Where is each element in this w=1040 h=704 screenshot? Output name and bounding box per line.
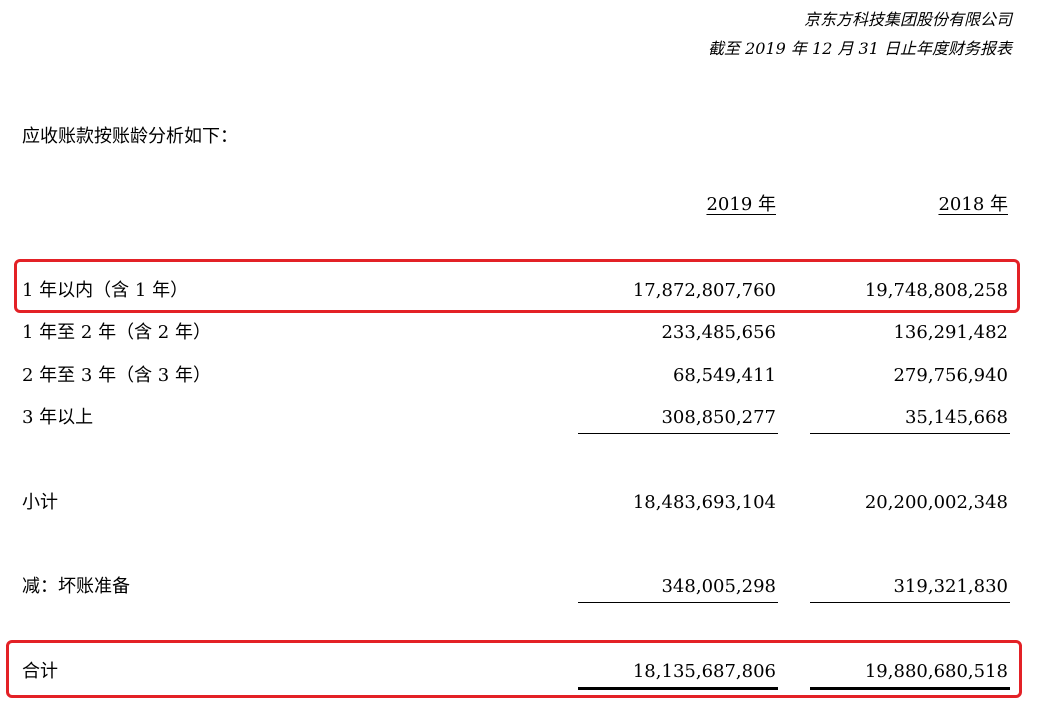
report-period: 截至 2019 年 12 月 31 日止年度财务报表 bbox=[708, 39, 1012, 58]
grand-total-rule-2018 bbox=[810, 687, 1010, 690]
subtotal-rule-2019 bbox=[578, 433, 778, 434]
row-label-2-to-3-years: 2 年至 3 年（含 3 年） bbox=[22, 365, 211, 386]
column-header-2018: 2018 年 bbox=[938, 194, 1008, 215]
value-2019-total: 18,135,687,806 bbox=[632, 661, 776, 682]
row-label-subtotal: 小计 bbox=[22, 492, 58, 513]
value-2018-within-1-year: 19,748,808,258 bbox=[864, 280, 1008, 301]
total-rule-2018 bbox=[810, 602, 1010, 603]
row-label-over-3-years: 3 年以上 bbox=[22, 407, 94, 428]
grand-total-rule-2019 bbox=[578, 687, 778, 690]
column-header-2019: 2019 年 bbox=[706, 194, 776, 215]
section-intro: 应收账款按账龄分析如下： bbox=[22, 126, 238, 147]
value-2019-bad-debt-provision: 348,005,298 bbox=[661, 576, 776, 597]
row-label-total: 合计 bbox=[22, 661, 58, 682]
total-rule-2019 bbox=[578, 602, 778, 603]
value-2018-total: 19,880,680,518 bbox=[864, 661, 1008, 682]
row-label-within-1-year: 1 年以内（含 1 年） bbox=[22, 280, 189, 301]
value-2018-over-3-years: 35,145,668 bbox=[904, 407, 1008, 428]
subtotal-rule-2018 bbox=[810, 433, 1010, 434]
value-2018-1-to-2-years: 136,291,482 bbox=[893, 322, 1008, 343]
value-2019-2-to-3-years: 68,549,411 bbox=[672, 365, 776, 386]
value-2019-within-1-year: 17,872,807,760 bbox=[632, 280, 776, 301]
value-2019-over-3-years: 308,850,277 bbox=[661, 407, 776, 428]
value-2019-subtotal: 18,483,693,104 bbox=[632, 492, 776, 513]
row-label-1-to-2-years: 1 年至 2 年（含 2 年） bbox=[22, 322, 211, 343]
row-label-bad-debt-provision: 减：坏账准备 bbox=[22, 576, 130, 597]
value-2018-2-to-3-years: 279,756,940 bbox=[893, 365, 1008, 386]
value-2019-1-to-2-years: 233,485,656 bbox=[661, 322, 776, 343]
company-name: 京东方科技集团股份有限公司 bbox=[803, 10, 1012, 29]
value-2018-bad-debt-provision: 319,321,830 bbox=[893, 576, 1008, 597]
value-2018-subtotal: 20,200,002,348 bbox=[864, 492, 1008, 513]
